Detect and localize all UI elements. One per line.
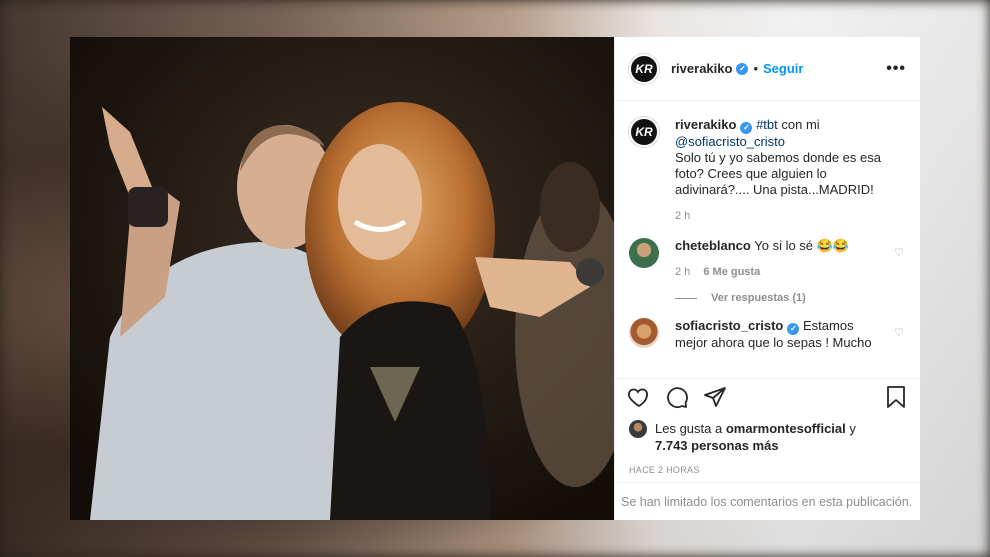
verified-badge-icon: ✓: [740, 122, 753, 134]
comment-item: cheteblanco Yo si lo sé 😂😂 2 h 6 Me gust…: [629, 238, 906, 280]
liker-avatar[interactable]: [629, 420, 647, 438]
instagram-post: KR riverakiko ✓ • Seguir ••• KR riveraki…: [70, 37, 920, 520]
like-comment-heart-icon[interactable]: ♡: [894, 326, 904, 339]
comment-likes[interactable]: 6 Me gusta: [703, 266, 760, 278]
caption-text-2: Solo tú y yo sabemos donde es esa foto? …: [675, 150, 881, 197]
post-side-panel: KR riverakiko ✓ • Seguir ••• KR riveraki…: [614, 37, 920, 520]
bookmark-icon[interactable]: [884, 385, 908, 414]
commenter-avatar[interactable]: [629, 238, 659, 268]
liker-username[interactable]: omarmontesofficial: [726, 421, 846, 436]
likes-summary: Les gusta a omarmontesofficial y 7.743 p…: [615, 420, 920, 454]
likes-prefix: Les gusta a: [655, 421, 723, 436]
avatar-monogram: KR: [635, 125, 653, 139]
verified-badge-icon: ✓: [736, 62, 749, 75]
mention-link[interactable]: @sofiacristo_cristo: [675, 134, 785, 149]
comments-limited-notice: Se han limitado los comentarios en esta …: [615, 482, 920, 520]
action-bar: [615, 378, 920, 420]
comment-username[interactable]: sofiacristo_cristo: [675, 318, 783, 333]
share-icon[interactable]: [703, 385, 727, 414]
comment-icon[interactable]: [665, 385, 689, 414]
replies-divider: [675, 297, 697, 299]
author-username[interactable]: riverakiko: [671, 61, 732, 76]
heart-icon[interactable]: [627, 385, 651, 414]
author-avatar[interactable]: KR: [629, 53, 659, 84]
view-replies-button[interactable]: Ver respuestas (1): [675, 292, 906, 304]
post-header: KR riverakiko ✓ • Seguir •••: [615, 37, 920, 101]
hashtag-link[interactable]: #tbt: [756, 117, 778, 132]
likes-connector: y: [849, 421, 856, 436]
caption-time[interactable]: 2 h: [675, 208, 902, 224]
like-comment-heart-icon[interactable]: ♡: [894, 246, 904, 259]
avatar-monogram: KR: [635, 61, 653, 76]
comment-username[interactable]: cheteblanco: [675, 238, 751, 253]
caption-username[interactable]: riverakiko: [675, 117, 736, 132]
photo-illustration: [70, 37, 614, 520]
separator-dot: •: [753, 61, 758, 76]
comment-text: Yo si lo sé 😂😂: [754, 238, 850, 253]
caption: KR riverakiko ✓ #tbt con mi @sofiacristo_…: [629, 117, 906, 224]
caption-avatar[interactable]: KR: [629, 117, 659, 147]
likes-count[interactable]: 7.743 personas más: [655, 438, 779, 453]
comment-item: sofiacristo_cristo ✓ Estamos mejor ahora …: [629, 318, 906, 351]
commenter-avatar[interactable]: [629, 318, 659, 348]
view-replies-label: Ver respuestas (1): [711, 292, 806, 304]
verified-badge-icon: ✓: [787, 323, 800, 335]
post-photo[interactable]: [70, 37, 614, 520]
more-options-icon[interactable]: •••: [886, 60, 906, 78]
post-timestamp[interactable]: HACE 2 HORAS: [615, 454, 920, 475]
comments-list[interactable]: KR riverakiko ✓ #tbt con mi @sofiacristo_…: [615, 101, 920, 378]
comment-time[interactable]: 2 h: [675, 266, 690, 278]
follow-button[interactable]: Seguir: [763, 61, 803, 76]
caption-text: con mi: [781, 117, 820, 132]
